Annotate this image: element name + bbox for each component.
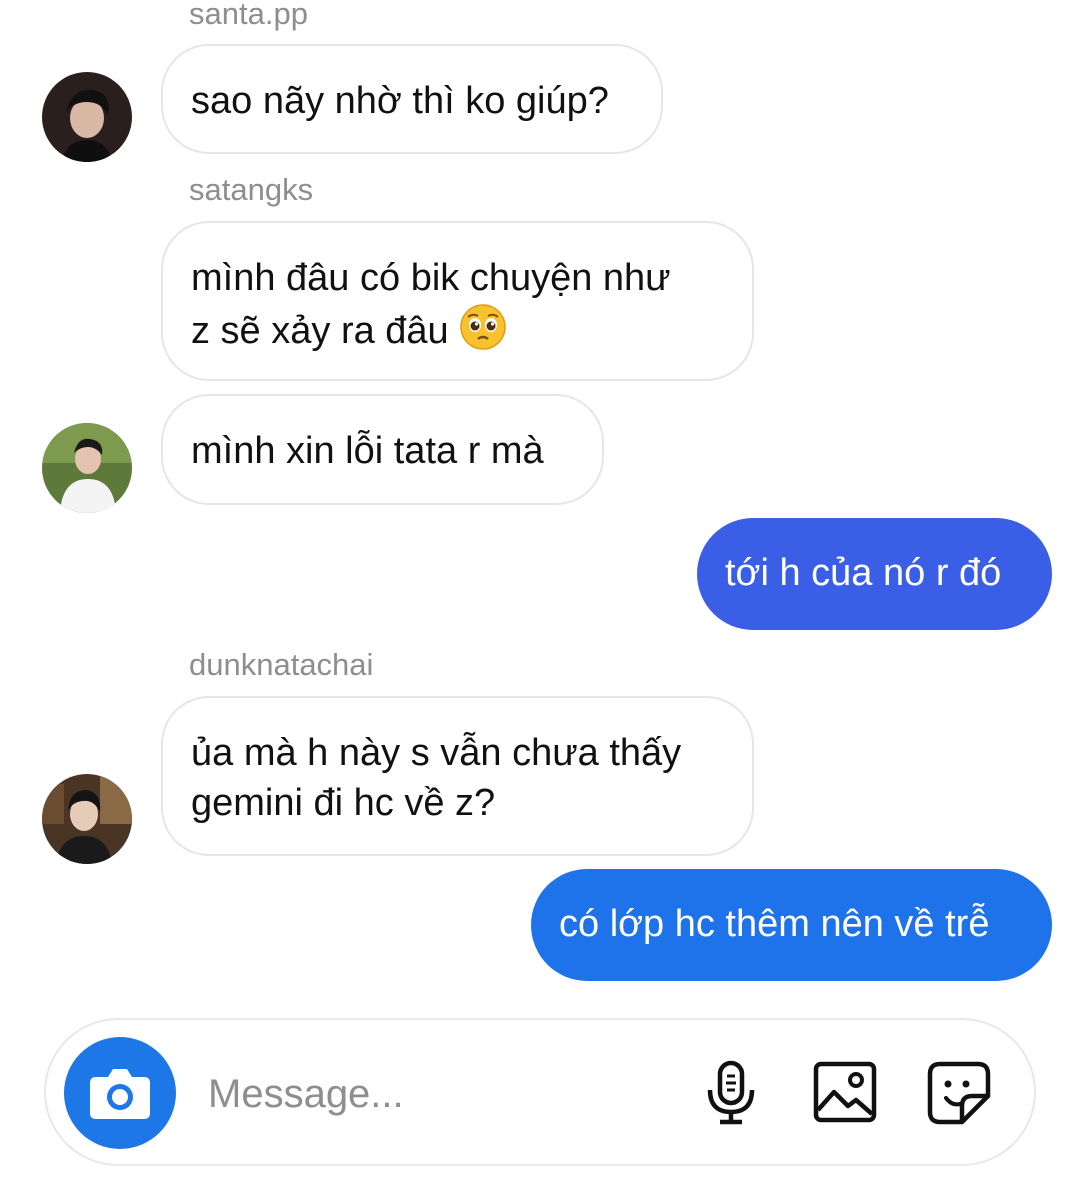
message-bubble-outgoing[interactable]: có lớp hc thêm nên về trễ: [531, 869, 1052, 981]
microphone-icon: [707, 1060, 755, 1125]
avatar[interactable]: [42, 774, 132, 864]
avatar[interactable]: [42, 423, 132, 513]
message-input[interactable]: [206, 1060, 690, 1128]
sender-name: satangks: [189, 172, 314, 207]
pleading-face-emoji: [459, 303, 507, 351]
message-text-line-with-emoji: z sẽ xảy ra đâu: [191, 303, 724, 356]
sticker-button[interactable]: [926, 1060, 992, 1126]
message-text-line: gemini đi hc về z?: [191, 782, 496, 824]
camera-button[interactable]: [64, 1037, 176, 1149]
gallery-button[interactable]: [812, 1060, 878, 1126]
message-bubble-incoming[interactable]: mình đâu có bik chuyện như z sẽ xảy ra đ…: [161, 221, 754, 381]
message-bubble-outgoing[interactable]: tới h của nó r đó: [697, 518, 1052, 630]
sticker-icon: [927, 1061, 991, 1125]
message-text: mình xin lỗi tata r mà: [191, 430, 544, 472]
message-bubble-incoming[interactable]: ủa mà h này s vẫn chưa thấy gemini đi hc…: [161, 696, 754, 856]
avatar[interactable]: [42, 72, 132, 162]
sender-name: dunknatachai: [189, 647, 374, 682]
message-composer: [44, 1018, 1036, 1166]
camera-icon: [90, 1069, 150, 1119]
message-text: có lớp hc thêm nên về trễ: [559, 903, 990, 945]
image-icon: [813, 1061, 877, 1123]
message-text: sao nãy nhờ thì ko giúp?: [191, 80, 609, 122]
message-text-line: ủa mà h này s vẫn chưa thấy: [191, 732, 682, 774]
microphone-button[interactable]: [698, 1060, 764, 1126]
sender-name: santa.pp: [189, 0, 308, 31]
message-bubble-incoming[interactable]: mình xin lỗi tata r mà: [161, 394, 604, 505]
message-text: tới h của nó r đó: [725, 552, 1002, 594]
message-text-line: mình đâu có bik chuyện như: [191, 257, 671, 299]
message-bubble-incoming[interactable]: sao nãy nhờ thì ko giúp?: [161, 44, 663, 154]
